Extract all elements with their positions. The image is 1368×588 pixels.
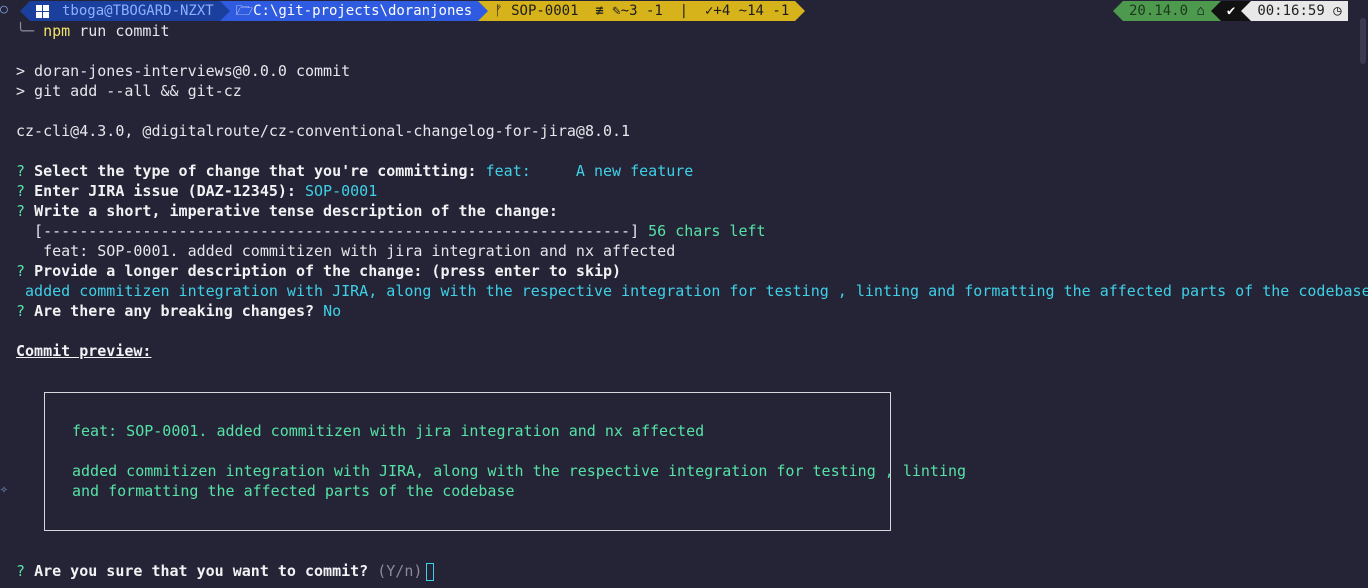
scrollbar[interactable] bbox=[1358, 0, 1368, 588]
prompt-time: 00:16:59 ◷ bbox=[1251, 1, 1348, 21]
question-breaking: ? Are there any breaking changes? No bbox=[16, 302, 342, 320]
question-short: ? Write a short, imperative tense descri… bbox=[16, 202, 558, 220]
chars-left: 56 chars left bbox=[648, 222, 766, 240]
branch-icon: ᚠ bbox=[494, 3, 503, 19]
answer-type: feat: A new feature bbox=[485, 162, 694, 180]
command-line: ╰─ npm run commit bbox=[16, 22, 170, 40]
short-description-value: feat: SOP-0001. added commitizen with ji… bbox=[16, 242, 676, 260]
circle-icon: ○ bbox=[0, 2, 8, 17]
prompt-bar-right: 20.14.0 ⌂ ✔ 00:16:59 ◷ bbox=[1113, 1, 1348, 21]
check-icon: ✔ bbox=[1220, 1, 1242, 21]
git-changes: ≢ ✎~3 -1 | ✓+4 ~14 -1 bbox=[595, 3, 790, 19]
clock-icon: ◷ bbox=[1333, 3, 1342, 19]
prompt-path: 🗁 C:\git-projects\doranjones bbox=[229, 1, 479, 21]
text-cursor[interactable] bbox=[426, 562, 435, 581]
preview-line-2: added commitizen integration with JIRA, … bbox=[72, 462, 967, 480]
cz-version: cz-cli@4.3.0, @digitalroute/cz-conventio… bbox=[16, 122, 631, 140]
preview-line-1: feat: SOP-0001. added commitizen with ji… bbox=[72, 422, 705, 440]
command-args: run commit bbox=[70, 22, 170, 40]
script-line-1: > doran-jones-interviews@0.0.0 commit bbox=[16, 62, 351, 80]
confirm-hint: (Y/n) bbox=[377, 562, 423, 580]
node-version: 20.14.0 ⌂ bbox=[1123, 1, 1211, 21]
preview-line-3: and formatting the affected parts of the… bbox=[72, 482, 515, 500]
node-icon: ⌂ bbox=[1196, 3, 1205, 19]
answer-breaking: No bbox=[323, 302, 342, 320]
sparkle-icon[interactable]: ✧ bbox=[0, 482, 8, 497]
char-progress: [---------------------------------------… bbox=[16, 222, 766, 240]
question-confirm: ? Are you sure that you want to commit? … bbox=[16, 561, 435, 581]
question-long: ? Provide a longer description of the ch… bbox=[16, 262, 622, 280]
prompt-bar: tboga@TBOGARD-NZXT 🗁 C:\git-projects\dora… bbox=[20, 1, 806, 21]
scrollbar-thumb[interactable] bbox=[1360, 18, 1366, 64]
branch-name: SOP-0001 bbox=[511, 3, 579, 19]
answer-jira: SOP-0001 bbox=[305, 182, 378, 200]
windows-icon bbox=[30, 1, 56, 21]
prompt-user: tboga@TBOGARD-NZXT bbox=[56, 1, 220, 21]
answer-long: added commitizen integration with JIRA, … bbox=[16, 282, 1368, 300]
commit-preview-title: Commit preview: bbox=[16, 342, 152, 360]
question-jira: ? Enter JIRA issue (DAZ-12345): SOP-0001 bbox=[16, 182, 378, 200]
folder-icon: 🗁 bbox=[235, 3, 254, 19]
script-line-2: > git add --all && git-cz bbox=[16, 82, 242, 100]
command-npm: npm bbox=[43, 22, 71, 40]
question-type: ? Select the type of change that you're … bbox=[16, 162, 694, 180]
git-status: ᚠ SOP-0001 ≢ ✎~3 -1 | ✓+4 ~14 -1 bbox=[488, 1, 796, 21]
